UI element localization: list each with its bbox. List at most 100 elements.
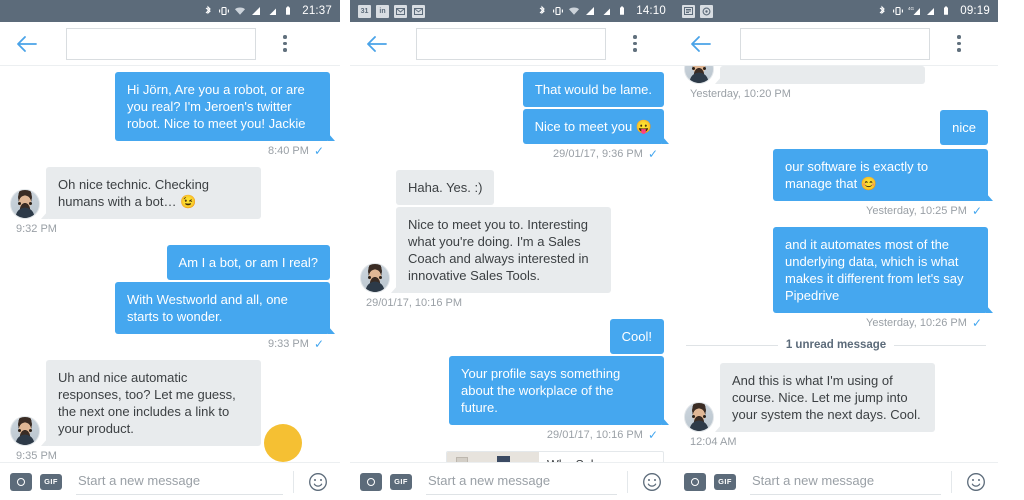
message-bubble[interactable]: With Westworld and all, one starts to wo…: [115, 282, 335, 334]
message-bubble[interactable]: nice: [940, 110, 988, 145]
overflow-menu-icon[interactable]: [272, 27, 298, 61]
timestamp: 9:32 PM: [16, 223, 57, 235]
timestamp: 29/01/17, 9:36 PM: [553, 148, 643, 160]
conversation-title-box[interactable]: [740, 27, 930, 60]
phone-screen-3: 4G 09:19 Yesterday, 10:20 PM nice our so…: [674, 0, 998, 500]
vibrate-icon: [552, 5, 564, 17]
message-row-link-preview: Why Sales Matters! A short read about wh…: [360, 451, 664, 462]
battery-icon: [282, 5, 294, 17]
linkedin-icon: in: [376, 4, 389, 18]
link-preview-card[interactable]: Why Sales Matters! A short read about wh…: [446, 451, 664, 462]
unread-divider: 1 unread message: [686, 339, 987, 351]
gif-icon[interactable]: GIF: [40, 473, 62, 490]
message-bubble[interactable]: Oh nice technic. Checking humans with a …: [41, 167, 261, 219]
wifi-icon: [568, 5, 580, 17]
overflow-menu-icon[interactable]: [946, 27, 972, 61]
message-bubble[interactable]: and it automates most of the underlying …: [773, 227, 993, 313]
unread-divider-label: 1 unread message: [785, 339, 887, 351]
message-row-outgoing: Am I a bot, or am I real?: [10, 245, 330, 280]
message-bubble[interactable]: Uh and nice automatic responses, too? Le…: [41, 360, 261, 446]
divider-line-right: [894, 344, 987, 346]
camera-icon[interactable]: [684, 472, 706, 491]
link-preview-thumbnail: [447, 452, 539, 462]
status-notifications-2: 31 in: [358, 4, 536, 18]
message-row-outgoing: With Westworld and all, one starts to wo…: [10, 282, 335, 334]
message-row-incoming: Haha. Yes. :): [360, 170, 664, 205]
message-bubble[interactable]: our software is exactly to manage that 😊: [773, 149, 993, 201]
vibrate-icon: [892, 5, 904, 17]
message-input[interactable]: [426, 468, 617, 495]
settings-gear-icon: [700, 4, 713, 18]
timestamp: Yesterday, 10:25 PM: [866, 205, 967, 217]
avatar: [10, 416, 40, 446]
read-check-icon: ✓: [647, 428, 658, 442]
phone-screen-1: 21:37 Hi Jörn, Are you a robot, or are y…: [0, 0, 340, 500]
back-arrow-icon[interactable]: [10, 27, 44, 61]
signal-icon: [924, 5, 936, 17]
message-meta: 9:33 PM ✓: [10, 338, 330, 350]
message-row-incoming-partial: [684, 66, 988, 84]
back-arrow-icon[interactable]: [684, 27, 718, 61]
message-bubble[interactable]: Cool!: [609, 319, 664, 354]
message-meta: 29/01/17, 10:16 PM: [360, 297, 664, 309]
status-system-icons-1: 21:37: [202, 5, 332, 17]
message-bubble-clipped[interactable]: [715, 66, 925, 84]
message-bubble[interactable]: Am I a bot, or am I real?: [166, 245, 330, 280]
status-clock-1: 21:37: [302, 5, 332, 17]
vibrate-icon: [218, 5, 230, 17]
avatar: [360, 263, 390, 293]
bluetooth-icon: [202, 5, 214, 17]
timestamp: 29/01/17, 10:16 PM: [546, 429, 643, 441]
app-bar-3: [674, 22, 998, 66]
emoji-smiley-icon[interactable]: [306, 470, 330, 494]
timestamp: Yesterday, 10:20 PM: [690, 88, 791, 100]
message-meta: 12:04 AM: [684, 436, 988, 448]
conversation-title-box[interactable]: [66, 27, 256, 60]
gif-icon[interactable]: GIF: [390, 473, 412, 490]
conversation-title-box[interactable]: [416, 27, 606, 60]
message-row-incoming: And this is what I'm using of course. Ni…: [684, 363, 988, 432]
message-bubble[interactable]: Haha. Yes. :): [396, 170, 495, 205]
status-bar-3: 4G 09:19: [674, 0, 998, 22]
signal-icon: [250, 5, 262, 17]
timestamp: 12:04 AM: [690, 436, 737, 448]
message-row-incoming: Nice to meet you to. Interesting what yo…: [360, 207, 664, 293]
timestamp: 9:35 PM: [16, 450, 57, 462]
message-thread-3[interactable]: Yesterday, 10:20 PM nice our software is…: [674, 66, 998, 462]
emoji-sticker-peek: [264, 424, 302, 462]
bluetooth-icon: [876, 5, 888, 17]
message-bubble[interactable]: Hi Jörn, Are you a robot, or are you rea…: [115, 72, 335, 141]
svg-text:4G: 4G: [908, 6, 915, 11]
phone-screen-2: 31 in 14:10 That would be lame. Nice to …: [350, 0, 674, 500]
overflow-menu-icon[interactable]: [622, 27, 648, 61]
battery-icon: [616, 5, 628, 17]
message-thread-2[interactable]: That would be lame. Nice to meet you 😛 2…: [350, 66, 674, 462]
camera-icon[interactable]: [360, 472, 382, 491]
message-bubble[interactable]: That would be lame.: [522, 72, 664, 107]
message-meta: 8:40 PM ✓: [10, 145, 330, 157]
message-bubble[interactable]: Nice to meet you 😛: [522, 109, 670, 144]
status-system-icons-2: 14:10: [536, 5, 666, 17]
back-arrow-icon[interactable]: [360, 27, 394, 61]
message-thread-1[interactable]: Hi Jörn, Are you a robot, or are you rea…: [0, 66, 340, 462]
message-bubble[interactable]: And this is what I'm using of course. Ni…: [715, 363, 935, 432]
message-bubble[interactable]: Your profile says something about the wo…: [449, 356, 669, 425]
message-bubble[interactable]: Nice to meet you to. Interesting what yo…: [391, 207, 611, 293]
timestamp: 8:40 PM: [267, 145, 309, 157]
avatar: [684, 66, 714, 84]
message-input[interactable]: [76, 468, 283, 495]
status-clock-3: 09:19: [960, 5, 990, 17]
avatar: [684, 402, 714, 432]
timestamp: 29/01/17, 10:16 PM: [366, 297, 463, 309]
emoji-smiley-icon[interactable]: [640, 470, 664, 494]
message-meta: 9:32 PM: [10, 223, 330, 235]
message-row-incoming: Oh nice technic. Checking humans with a …: [10, 167, 330, 219]
emoji-smiley-icon[interactable]: [964, 470, 988, 494]
read-check-icon: ✓: [313, 144, 324, 158]
camera-icon[interactable]: [10, 472, 32, 491]
message-row-outgoing: Your profile says something about the wo…: [360, 356, 669, 425]
signal-icon: [584, 5, 596, 17]
gif-icon[interactable]: GIF: [714, 473, 736, 490]
message-input[interactable]: [750, 468, 941, 495]
message-meta: 29/01/17, 9:36 PM ✓: [360, 148, 664, 160]
